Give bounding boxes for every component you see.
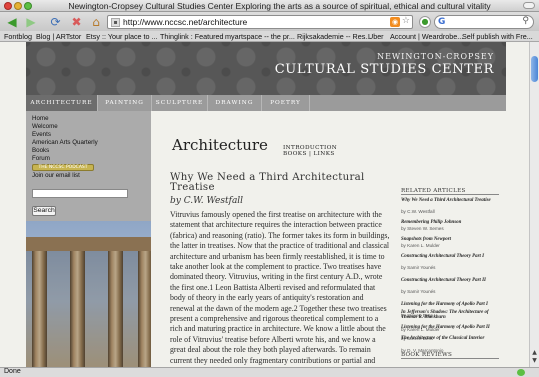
book-review-author: by D. V. Marcantonio bbox=[401, 348, 444, 353]
bookmark-item[interactable]: Etsy :: Your place to ... bbox=[86, 32, 158, 41]
sidebar: Home Welcome Events American Arts Quarte… bbox=[26, 111, 151, 221]
bookmark-item[interactable]: Blog | ARTstor bbox=[36, 32, 81, 41]
site-favicon-icon: ▪ bbox=[111, 18, 120, 27]
photo-entablature bbox=[26, 237, 151, 251]
sidebar-item-books[interactable]: Books bbox=[32, 147, 49, 154]
email-input[interactable] bbox=[32, 189, 128, 198]
related-article-author: by Samir Younés bbox=[401, 265, 436, 270]
tab-architecture[interactable]: ARCHITECTURE bbox=[26, 95, 98, 111]
related-article-link[interactable]: Why We Need a Third Architectural Treati… bbox=[401, 198, 501, 203]
related-article-author: by C.W. Westfall bbox=[401, 209, 435, 214]
related-article-link[interactable]: Snapshots from Newport bbox=[401, 237, 501, 242]
site-banner: NEWINGTON-CROPSEY CULTURAL STUDIES CENTE… bbox=[26, 42, 506, 95]
tab-painting[interactable]: PAINTING bbox=[98, 95, 152, 111]
photo-shadow bbox=[26, 251, 151, 367]
sidebar-item-home[interactable]: Home bbox=[32, 115, 49, 122]
tab-drawing[interactable]: DRAWING bbox=[208, 95, 262, 111]
web-page-viewport: NEWINGTON-CROPSEY CULTURAL STUDIES CENTE… bbox=[0, 42, 529, 367]
sidebar-item-events[interactable]: Events bbox=[32, 131, 51, 138]
address-bar-url[interactable]: http://www.nccsc.net/architecture bbox=[123, 17, 247, 27]
bookmark-item[interactable]: Rijksakademie -- Res... bbox=[297, 32, 371, 41]
back-arrow-icon[interactable]: ◀ bbox=[3, 14, 21, 29]
related-article-link[interactable]: Listening for the Harmony of Apollo Part… bbox=[401, 302, 501, 307]
window-title: Newington-Cropsey Cultural Studies Cente… bbox=[68, 1, 491, 11]
status-text: Done bbox=[4, 368, 21, 375]
bookmark-item[interactable]: Thinglink : Featured bbox=[160, 32, 224, 41]
rss-feed-icon[interactable]: ◉ bbox=[390, 17, 400, 27]
related-article-author: by Karen L. Mulder bbox=[401, 243, 440, 248]
related-article-link[interactable]: Constructing Architectural Theory Part I bbox=[401, 254, 501, 259]
sidebar-item-welcome[interactable]: Welcome bbox=[32, 123, 58, 130]
minimize-window-button[interactable] bbox=[14, 2, 22, 10]
banner-title: CULTURAL STUDIES CENTER bbox=[274, 62, 494, 77]
address-bar[interactable]: ▪ http://www.nccsc.net/architecture ◉ ☆ bbox=[107, 15, 413, 29]
book-review-author: by Karen L. Mulder bbox=[401, 327, 440, 332]
stop-icon[interactable]: ✖ bbox=[69, 14, 84, 29]
article-title: Why We Need a Third Architectural Treati… bbox=[170, 172, 365, 193]
status-bar: Done bbox=[0, 367, 539, 377]
page-scrollbar[interactable]: ▲ ▼ bbox=[529, 42, 539, 367]
scrollbar-thumb[interactable] bbox=[531, 56, 538, 82]
sidebar-item-forum[interactable]: Forum bbox=[32, 155, 50, 162]
bookmarks-bar: Fontblog Blog | ARTstor Etsy :: Your pla… bbox=[0, 31, 539, 42]
google-search-icon[interactable]: G bbox=[438, 17, 445, 27]
article-body: Vitruvius famously opened the first trea… bbox=[170, 210, 390, 367]
related-article-author: by Samir Younés bbox=[401, 289, 436, 294]
bookmark-item[interactable]: Uber bbox=[368, 32, 384, 41]
temple-columns-photo bbox=[26, 221, 151, 367]
magnifier-icon[interactable]: ⚲ bbox=[522, 16, 529, 26]
browser-toolbar: ◀ ▶ ⟳ ✖ ⌂ ▪ http://www.nccsc.net/archite… bbox=[0, 12, 539, 31]
related-rule bbox=[401, 194, 499, 195]
reviews-rule bbox=[401, 358, 499, 359]
book-review-link[interactable]: The Architecture of the Classical Interi… bbox=[401, 336, 501, 341]
main-nav: ARCHITECTURE PAINTING SCULPTURE DRAWING … bbox=[26, 95, 506, 111]
subnav-books-links[interactable]: BOOKS | LINKS bbox=[283, 151, 337, 157]
scroll-up-arrow-icon[interactable]: ▲ bbox=[531, 349, 538, 357]
search-button[interactable]: Search bbox=[32, 206, 56, 216]
zoom-window-button[interactable] bbox=[24, 2, 32, 10]
podcast-button[interactable]: THE NCCSC PODCAST bbox=[32, 164, 94, 171]
tab-sculpture[interactable]: SCULPTURE bbox=[152, 95, 208, 111]
bookmark-item[interactable]: Self publish with Fre... bbox=[462, 32, 533, 41]
home-icon[interactable]: ⌂ bbox=[88, 14, 104, 29]
related-article-link[interactable]: Remembering Philip Johnson bbox=[401, 220, 501, 225]
section-subnav: INTRODUCTION BOOKS | LINKS bbox=[283, 145, 337, 157]
bookmark-item[interactable]: Account | Weardrobe... bbox=[390, 32, 463, 41]
sidebar-item-aaq[interactable]: American Arts Quarterly bbox=[32, 139, 98, 146]
email-list-label: Join our email list bbox=[32, 172, 80, 179]
forward-arrow-icon[interactable]: ▶ bbox=[23, 14, 39, 29]
bookmark-star-icon[interactable]: ☆ bbox=[402, 16, 410, 26]
window-titlebar: Newington-Cropsey Cultural Studies Cente… bbox=[0, 0, 539, 12]
banner-subtitle: NEWINGTON-CROPSEY bbox=[377, 52, 494, 61]
status-indicator-icon bbox=[517, 369, 525, 376]
tab-poetry[interactable]: POETRY bbox=[262, 95, 310, 111]
article-byline: by C.W. Westfall bbox=[170, 196, 244, 206]
related-article-author: by Steven W. Semes bbox=[401, 226, 444, 231]
scroll-down-arrow-icon[interactable]: ▼ bbox=[531, 357, 538, 365]
bookmark-item[interactable]: myartspace -- the pr... bbox=[225, 32, 295, 41]
toolbar-toggle-button[interactable] bbox=[523, 2, 535, 9]
go-icon[interactable]: ● bbox=[419, 16, 431, 28]
bookmark-item[interactable]: Fontblog bbox=[4, 32, 32, 41]
reload-icon[interactable]: ⟳ bbox=[48, 14, 63, 29]
book-review-link[interactable]: In Jefferson's Shadow: The Architecture … bbox=[401, 310, 501, 320]
page-title: Architecture bbox=[172, 136, 268, 154]
main-content: Architecture INTRODUCTION BOOKS | LINKS … bbox=[151, 111, 391, 367]
search-field[interactable]: G ⚲ bbox=[434, 15, 534, 29]
related-article-link[interactable]: Constructing Architectural Theory Part I… bbox=[401, 278, 501, 283]
close-window-button[interactable] bbox=[4, 2, 12, 10]
